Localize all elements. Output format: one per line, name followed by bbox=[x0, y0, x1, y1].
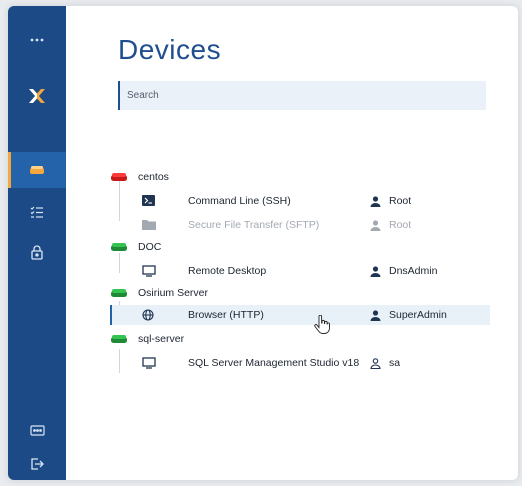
device-status-green-icon bbox=[111, 243, 127, 251]
connection-row-rdp[interactable]: Remote Desktop DnsAdmin bbox=[110, 261, 490, 281]
password-field-icon bbox=[29, 424, 45, 436]
monitor-icon bbox=[142, 265, 156, 277]
lock-icon bbox=[31, 244, 43, 260]
sidebar bbox=[8, 6, 66, 480]
user-icon bbox=[370, 265, 381, 277]
monitor-icon bbox=[142, 357, 156, 369]
device-icon bbox=[30, 166, 44, 174]
device-status-green-icon bbox=[111, 289, 127, 297]
connection-user: SuperAdmin bbox=[370, 309, 447, 321]
device-group-centos[interactable]: centos bbox=[110, 167, 490, 187]
connection-label: Secure File Transfer (SFTP) bbox=[188, 219, 320, 231]
device-status-green-icon bbox=[111, 335, 127, 343]
connection-label: Remote Desktop bbox=[188, 265, 267, 277]
device-group-doc[interactable]: DOC bbox=[110, 237, 490, 257]
app-logo[interactable] bbox=[8, 78, 66, 114]
globe-icon bbox=[142, 309, 154, 321]
device-name: centos bbox=[138, 171, 169, 183]
search-input[interactable] bbox=[118, 81, 486, 110]
checklist-icon bbox=[30, 206, 43, 218]
sidebar-item-tasks[interactable] bbox=[8, 194, 66, 230]
connection-user: DnsAdmin bbox=[370, 265, 437, 277]
connection-row-sftp[interactable]: Secure File Transfer (SFTP) Root bbox=[110, 215, 490, 235]
page-title: Devices bbox=[118, 34, 222, 65]
sidebar-item-logout[interactable] bbox=[8, 446, 66, 480]
more-dots-icon bbox=[30, 38, 44, 42]
device-name: sql-server bbox=[138, 333, 185, 345]
user-icon bbox=[370, 195, 381, 207]
device-name: DOC bbox=[138, 241, 162, 253]
terminal-icon bbox=[142, 195, 155, 206]
app-window: Devices centos Com bbox=[8, 6, 518, 480]
connection-label: Browser (HTTP) bbox=[188, 309, 264, 321]
device-group-sql-server[interactable]: sql-server bbox=[110, 329, 490, 349]
connection-user: Root bbox=[370, 219, 411, 231]
more-menu-button[interactable] bbox=[8, 22, 66, 58]
connection-row-ssms[interactable]: SQL Server Management Studio v18 sa bbox=[110, 353, 490, 373]
connection-label: SQL Server Management Studio v18 bbox=[188, 357, 360, 369]
connection-row-ssh[interactable]: Command Line (SSH) Root bbox=[110, 191, 490, 211]
folder-icon bbox=[142, 220, 156, 230]
connection-user: Root bbox=[370, 195, 411, 207]
main-content: Devices centos Com bbox=[66, 6, 518, 480]
user-icon bbox=[370, 219, 381, 231]
sidebar-item-vault[interactable] bbox=[8, 234, 66, 270]
device-name: Osirium Server bbox=[138, 287, 209, 299]
sidebar-item-devices[interactable] bbox=[8, 152, 66, 188]
connection-label: Command Line (SSH) bbox=[188, 195, 291, 207]
user-icon bbox=[370, 309, 381, 321]
logout-icon bbox=[31, 458, 44, 470]
connection-user: sa bbox=[370, 357, 400, 369]
device-status-red-icon bbox=[111, 173, 127, 181]
user-outline-icon bbox=[370, 357, 381, 369]
x-logo-icon bbox=[29, 89, 45, 103]
device-group-osirium-server[interactable]: Osirium Server bbox=[110, 283, 490, 303]
sidebar-item-password[interactable] bbox=[8, 412, 66, 448]
connection-row-http[interactable]: Browser (HTTP) SuperAdmin bbox=[110, 305, 490, 325]
